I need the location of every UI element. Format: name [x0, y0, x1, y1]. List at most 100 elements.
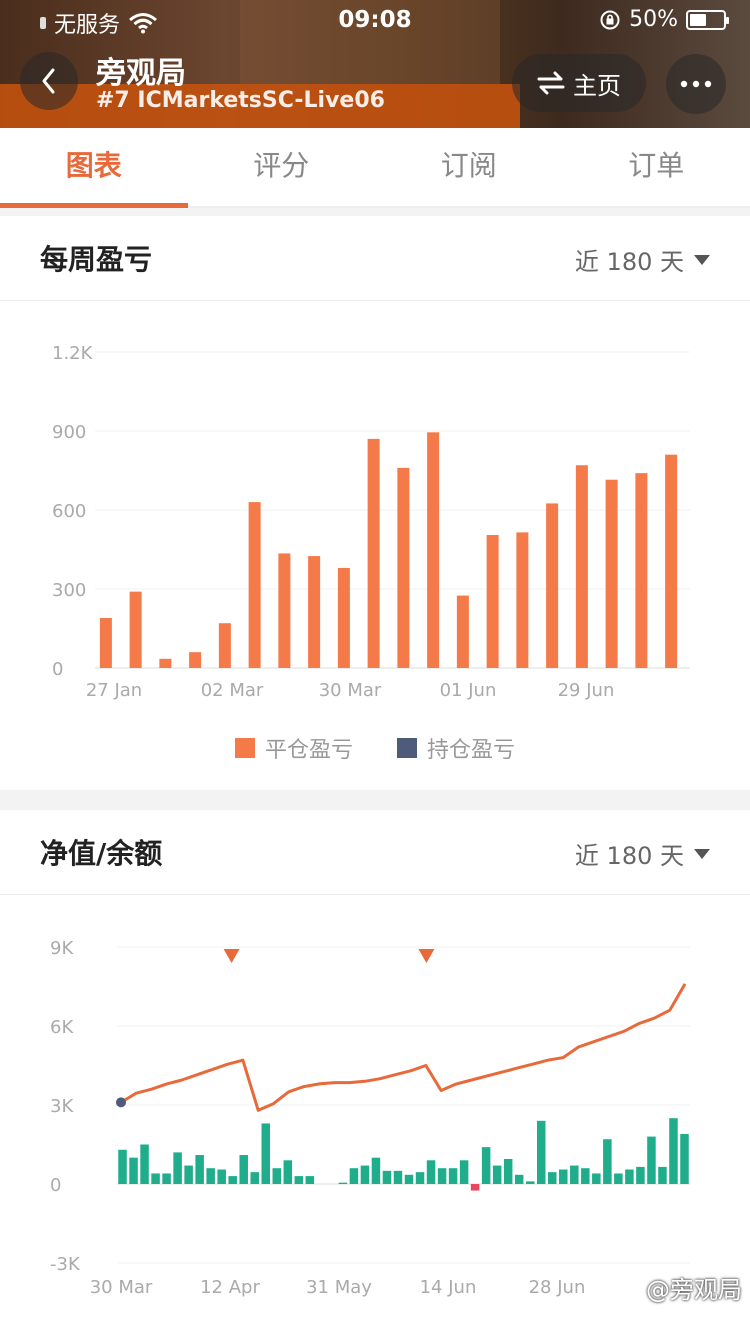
legend-closed-label: 平仓盈亏	[264, 738, 353, 763]
tab-rating[interactable]: 评分	[188, 128, 376, 206]
y-tick-label: 600	[52, 501, 86, 522]
tab-chart[interactable]: 图表	[0, 128, 188, 208]
y-tick-label: 300	[52, 580, 86, 601]
equity-start-point	[116, 1097, 126, 1108]
legend-closed[interactable]: 平仓盈亏	[234, 732, 353, 764]
daily-bar	[669, 1118, 678, 1184]
y-tick-label: 900	[52, 422, 86, 443]
bar	[308, 556, 321, 668]
daily-bar	[481, 1147, 491, 1184]
daily-bar	[525, 1181, 535, 1184]
bar	[605, 479, 618, 668]
equity-chart: -3K 0 3K 6K 9K 30 Mar 12 Apr 31 May 14 Jun 28 Jun	[50, 938, 690, 1298]
event-marker	[418, 949, 435, 963]
daily-bar	[272, 1168, 282, 1184]
daily-bar	[503, 1158, 513, 1184]
daily-bar	[404, 1174, 414, 1184]
tab-subscribe[interactable]: 订阅	[375, 128, 563, 206]
event-marker	[223, 949, 240, 963]
daily-bar	[603, 1139, 612, 1184]
x-tick-label: 30 Mar	[319, 680, 382, 701]
rotation-lock-icon	[600, 10, 620, 29]
bar	[159, 658, 172, 668]
x-tick-label: 01 Jun	[440, 680, 497, 701]
more-icon	[680, 80, 712, 88]
daily-bar	[614, 1173, 623, 1184]
weekly-pnl-header: 每周盈亏 近 180 天	[0, 216, 750, 301]
range-label: 近 180 天	[574, 248, 684, 276]
daily-bar	[459, 1160, 469, 1184]
section-divider	[0, 790, 750, 810]
daily-bar	[581, 1168, 590, 1184]
daily-bar	[173, 1152, 182, 1184]
daily-bar	[129, 1157, 138, 1184]
daily-bar	[393, 1170, 403, 1184]
bar	[129, 591, 142, 668]
daily-bar	[261, 1123, 271, 1184]
x-tick-label: 14 Jun	[420, 1277, 477, 1298]
equity-line	[120, 983, 687, 1112]
daily-bar	[338, 1182, 348, 1184]
section-divider	[0, 208, 750, 216]
bar	[516, 532, 529, 668]
daily-bar	[548, 1172, 557, 1184]
daily-bar	[118, 1149, 127, 1184]
y-tick-label: 1.2K	[52, 343, 94, 364]
daily-bar	[570, 1165, 579, 1184]
caret-down-icon	[694, 254, 710, 265]
y-tick-label: 9K	[50, 938, 74, 959]
battery-icon	[686, 9, 729, 30]
daily-bar	[514, 1174, 524, 1184]
more-button[interactable]	[666, 54, 726, 114]
bar	[635, 473, 648, 668]
home-button[interactable]: 主页	[512, 54, 646, 112]
y-tick-label: 3K	[50, 1096, 74, 1117]
daily-bar	[162, 1173, 171, 1184]
equity-header: 净值/余额 近 180 天	[0, 810, 750, 895]
bar	[337, 567, 350, 668]
bar	[665, 454, 678, 668]
daily-bar	[647, 1136, 656, 1184]
profile-header: 无服务 09:08 50% 旁观局 #7 ICMarketsSC-Live06	[0, 0, 750, 128]
daily-bar	[371, 1157, 381, 1184]
y-tick-label: 0	[52, 659, 63, 680]
daily-bar	[217, 1169, 226, 1184]
x-tick-label: 31 May	[306, 1277, 372, 1298]
legend-open-label: 持仓盈亏	[427, 738, 516, 763]
daily-bar	[239, 1155, 248, 1184]
bar	[218, 623, 231, 668]
daily-bar	[305, 1176, 315, 1184]
bar	[189, 652, 202, 668]
x-tick-label: 29 Jun	[558, 680, 615, 701]
bar	[486, 535, 499, 668]
equity-title: 净值/余额	[40, 837, 163, 870]
bar	[367, 438, 380, 668]
bar	[248, 502, 261, 668]
daily-bar	[470, 1184, 480, 1191]
weekly-pnl-title: 每周盈亏	[40, 243, 153, 276]
y-tick-label: -3K	[50, 1254, 81, 1275]
back-button[interactable]	[20, 52, 78, 110]
daily-bar	[349, 1168, 359, 1184]
legend-open[interactable]: 持仓盈亏	[397, 732, 515, 764]
x-tick-label: 28 Jun	[529, 1277, 586, 1298]
weekly-pnl-range-select[interactable]: 近 180 天	[575, 242, 710, 277]
daily-bar	[228, 1176, 237, 1184]
daily-bar	[592, 1173, 601, 1184]
daily-bar	[426, 1160, 436, 1184]
battery-percent: 50%	[629, 7, 678, 32]
tab-orders[interactable]: 订单	[563, 128, 750, 206]
weekly-pnl-legend: 平仓盈亏 持仓盈亏	[0, 732, 750, 764]
equity-range-select[interactable]: 近 180 天	[575, 836, 710, 871]
home-button-label: 主页	[573, 71, 621, 100]
daily-bar	[250, 1172, 259, 1184]
legend-open-swatch	[397, 738, 417, 758]
daily-bar	[151, 1173, 160, 1184]
daily-bar	[382, 1170, 392, 1184]
x-tick-label: 12 Apr	[200, 1277, 260, 1298]
watermark: @旁观局	[646, 1276, 742, 1304]
bar	[575, 465, 588, 668]
daily-bar	[195, 1155, 204, 1184]
y-tick-label: 6K	[50, 1017, 74, 1038]
x-tick-label: 27 Jan	[86, 680, 142, 701]
